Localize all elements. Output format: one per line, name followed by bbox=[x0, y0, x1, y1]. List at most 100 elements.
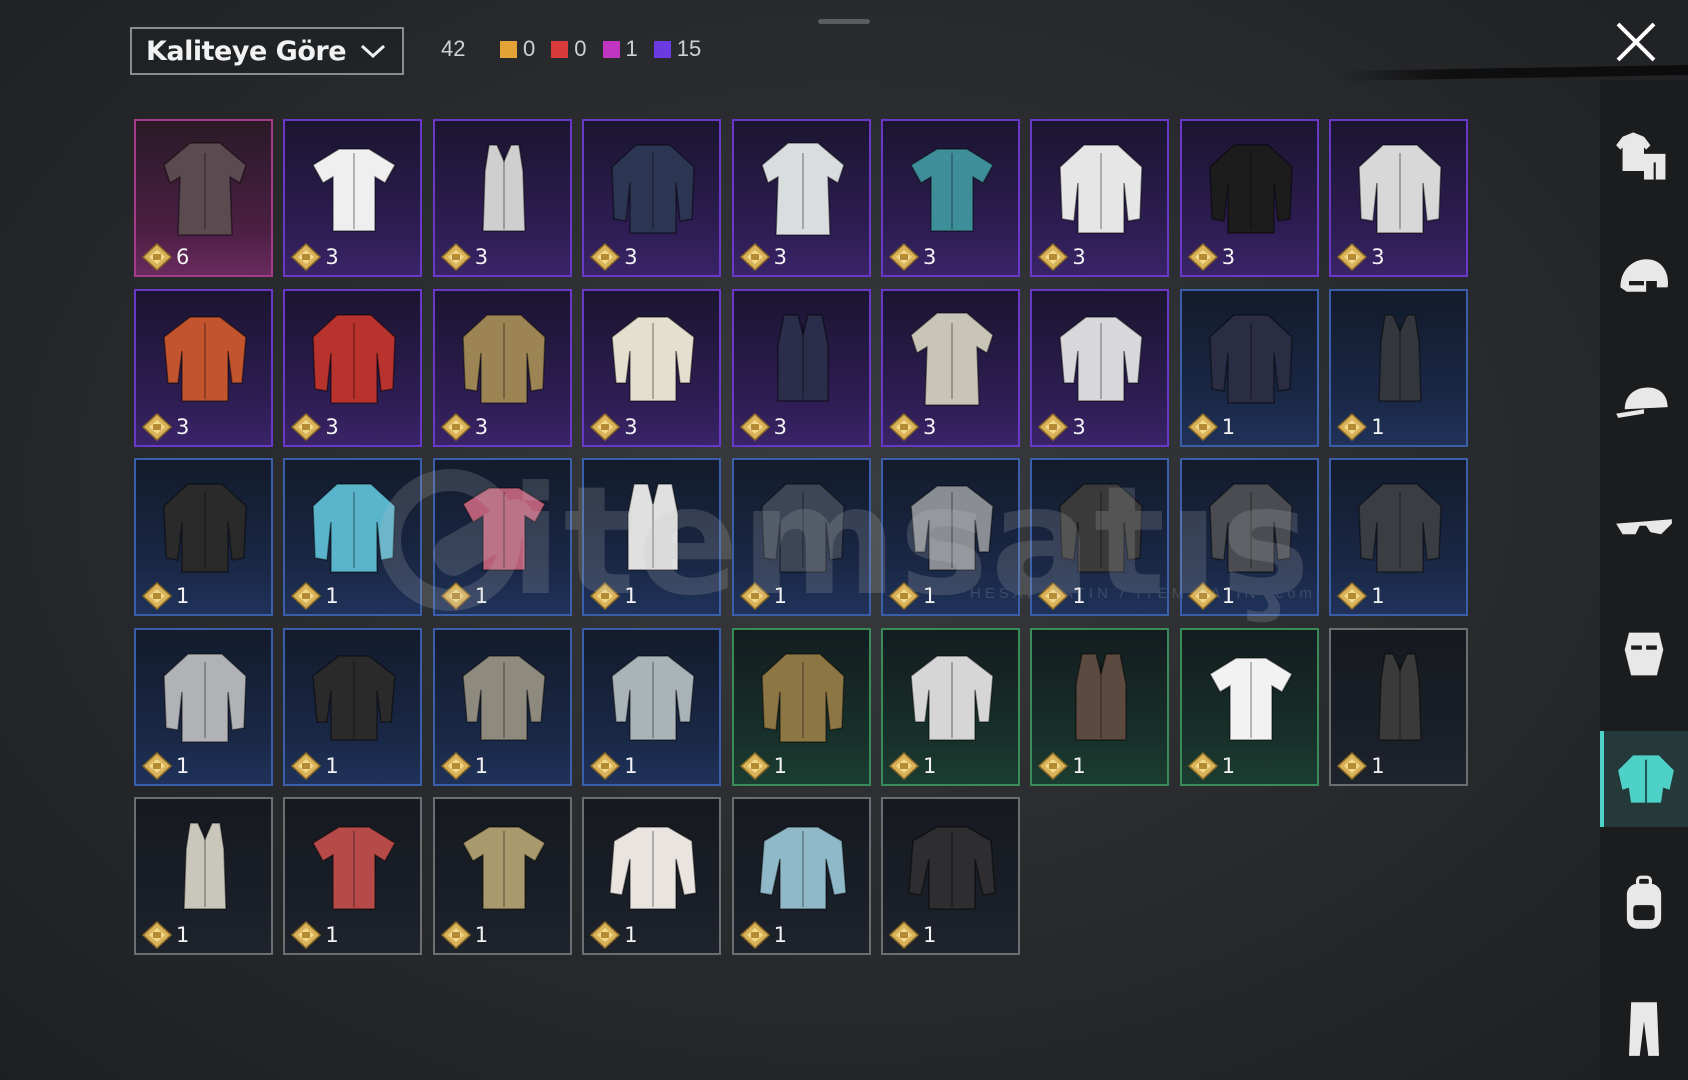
tab-backpack[interactable] bbox=[1600, 855, 1688, 951]
inventory-item-card[interactable]: 1 bbox=[582, 627, 722, 786]
jacket-icon bbox=[1209, 483, 1293, 573]
inventory-item-card[interactable]: 3 bbox=[1329, 119, 1469, 277]
coin-icon bbox=[590, 412, 621, 441]
jacket-icon bbox=[312, 313, 397, 404]
inventory-item-card[interactable]: 1 bbox=[881, 458, 1020, 616]
coin-icon bbox=[142, 921, 172, 949]
tab-pants[interactable] bbox=[1600, 980, 1688, 1076]
inventory-item-card[interactable]: 3 bbox=[1030, 288, 1170, 447]
inventory-item-card[interactable]: 1 bbox=[134, 797, 273, 955]
inventory-item-card[interactable]: 3 bbox=[283, 288, 423, 447]
inventory-item-card[interactable]: 1 bbox=[881, 797, 1020, 955]
item-quantity: 1 bbox=[1337, 751, 1385, 780]
inventory-item-card[interactable]: 1 bbox=[1329, 288, 1469, 447]
vest-icon bbox=[776, 313, 829, 402]
coin-icon bbox=[142, 582, 172, 610]
inventory-item-card[interactable]: 3 bbox=[283, 119, 423, 277]
item-quantity: 3 bbox=[291, 412, 339, 441]
coin-icon bbox=[440, 751, 471, 780]
item-quantity: 1 bbox=[440, 921, 488, 949]
tab-helmet[interactable] bbox=[1600, 233, 1688, 329]
rarity-count-epic: 15 bbox=[653, 36, 701, 62]
item-quantity-value: 1 bbox=[474, 753, 489, 778]
inventory-item-card[interactable]: 3 bbox=[134, 288, 273, 447]
inventory-item-card[interactable]: 1 bbox=[432, 458, 572, 616]
item-quantity-value: 1 bbox=[176, 753, 190, 778]
item-quantity-value: 3 bbox=[325, 414, 339, 439]
inventory-item-card[interactable]: 1 bbox=[283, 458, 423, 616]
inventory-item-card[interactable]: 1 bbox=[1329, 627, 1469, 786]
inventory-item-card[interactable]: 3 bbox=[881, 288, 1020, 447]
coin-icon bbox=[291, 582, 322, 610]
inventory-item-card[interactable]: 1 bbox=[283, 797, 423, 955]
inventory-item-card[interactable]: 3 bbox=[731, 288, 871, 447]
inventory-item-card[interactable]: 3 bbox=[582, 288, 722, 447]
item-quantity: 3 bbox=[889, 243, 936, 271]
drag-handle[interactable] bbox=[818, 19, 870, 24]
tank-icon bbox=[183, 822, 227, 910]
item-quantity: 3 bbox=[1187, 243, 1235, 271]
shirt-icon bbox=[1618, 754, 1674, 803]
inventory-item-card[interactable]: 1 bbox=[134, 458, 273, 616]
tab-eyewear[interactable] bbox=[1600, 482, 1688, 578]
item-quantity-value: 3 bbox=[474, 414, 489, 439]
inventory-item-card[interactable]: 3 bbox=[432, 288, 572, 447]
inventory-item-card[interactable]: 1 bbox=[1030, 627, 1170, 786]
item-quantity: 3 bbox=[739, 243, 787, 271]
inventory-item-card[interactable]: 1 bbox=[1179, 458, 1319, 616]
backpack-icon bbox=[1626, 875, 1662, 929]
inventory-item-card[interactable]: 6 bbox=[134, 119, 273, 277]
coin-icon bbox=[889, 243, 919, 271]
coin-icon bbox=[440, 243, 471, 271]
inventory-item-card[interactable]: 3 bbox=[731, 119, 871, 277]
inventory-item-card[interactable]: 1 bbox=[731, 458, 871, 616]
chevron-down-icon bbox=[360, 44, 386, 59]
tab-hat[interactable] bbox=[1600, 357, 1688, 453]
inventory-item-card[interactable]: 3 bbox=[881, 119, 1020, 277]
inventory-item-card[interactable]: 1 bbox=[1179, 627, 1319, 786]
inventory-item-card[interactable]: 1 bbox=[1329, 458, 1469, 616]
coat-icon bbox=[910, 311, 994, 406]
tab-outfit-set[interactable] bbox=[1600, 108, 1688, 204]
jacket-icon bbox=[1059, 144, 1144, 234]
item-quantity: 1 bbox=[291, 582, 339, 610]
inventory-item-card[interactable]: 1 bbox=[582, 458, 722, 616]
item-quantity-value: 3 bbox=[1371, 245, 1385, 269]
category-sidebar bbox=[1600, 80, 1688, 1080]
inventory-item-card[interactable]: 1 bbox=[881, 627, 1020, 786]
inventory-item-card[interactable]: 3 bbox=[1179, 119, 1319, 277]
inventory-item-card[interactable]: 1 bbox=[731, 627, 871, 786]
tab-tops[interactable] bbox=[1600, 730, 1688, 827]
inventory-item-card[interactable]: 1 bbox=[134, 627, 273, 786]
item-quantity-value: 1 bbox=[923, 923, 937, 947]
inventory-item-card[interactable]: 1 bbox=[283, 627, 423, 786]
coin-icon bbox=[440, 921, 471, 949]
item-quantity-value: 3 bbox=[923, 414, 937, 439]
rarity-swatch bbox=[500, 40, 517, 58]
longsleeve-icon bbox=[609, 826, 697, 910]
sort-dropdown[interactable]: Kaliteye Göre bbox=[130, 27, 404, 75]
jacket-icon bbox=[611, 144, 695, 234]
item-quantity-value: 3 bbox=[474, 245, 489, 269]
inventory-item-card[interactable]: 1 bbox=[1179, 288, 1319, 447]
inventory-item-card[interactable]: 1 bbox=[582, 797, 722, 955]
coin-icon bbox=[291, 243, 322, 271]
coin-icon bbox=[1187, 582, 1218, 610]
coin-icon bbox=[739, 751, 770, 780]
coin-icon bbox=[889, 412, 919, 441]
inventory-item-card[interactable]: 3 bbox=[432, 119, 572, 277]
inventory-item-card[interactable]: 3 bbox=[582, 119, 722, 277]
tshirt-icon bbox=[312, 826, 397, 910]
tab-mask[interactable] bbox=[1600, 606, 1688, 702]
inventory-item-card[interactable]: 1 bbox=[1030, 458, 1170, 616]
inventory-item-card[interactable]: 3 bbox=[1030, 119, 1170, 277]
tank-icon bbox=[1378, 313, 1422, 402]
mask-icon bbox=[1624, 632, 1664, 676]
item-quantity-value: 1 bbox=[624, 584, 638, 608]
tshirt-icon bbox=[312, 148, 397, 232]
inventory-item-card[interactable]: 1 bbox=[432, 627, 572, 786]
jacket-icon bbox=[1358, 483, 1442, 573]
close-icon[interactable] bbox=[1612, 18, 1660, 66]
inventory-item-card[interactable]: 1 bbox=[432, 797, 572, 955]
inventory-item-card[interactable]: 1 bbox=[731, 797, 871, 955]
